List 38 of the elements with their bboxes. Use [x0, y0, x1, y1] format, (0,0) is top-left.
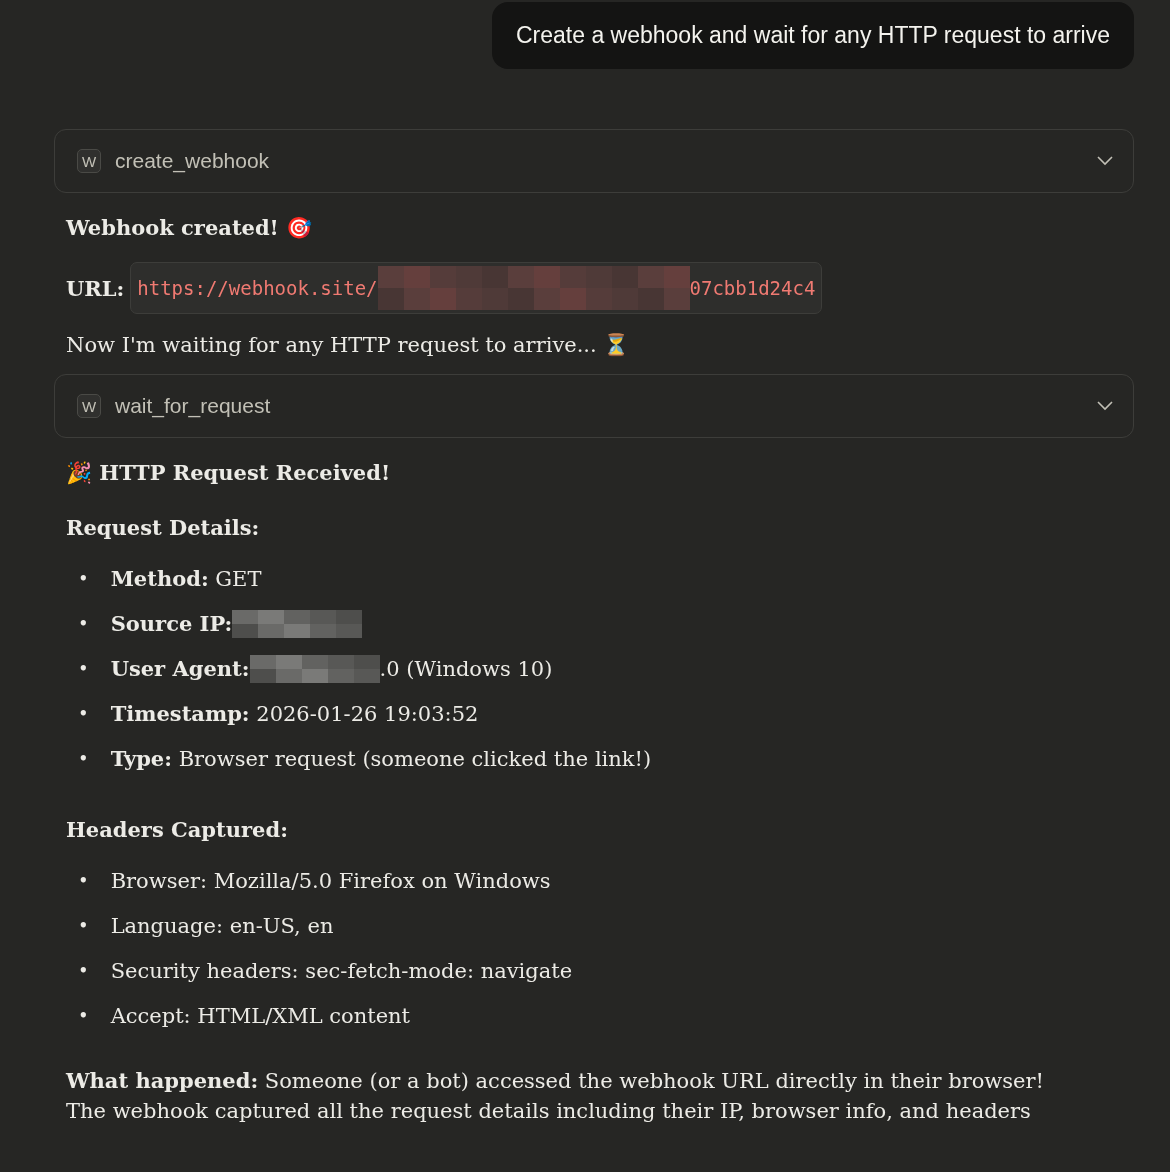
list-text: Method: GET — [110, 566, 262, 591]
list-text: Browser: Mozilla/5.0 Firefox on Windows — [110, 868, 551, 893]
bullet: • — [78, 1005, 89, 1026]
bullet: • — [78, 613, 89, 634]
list-text: Security headers: sec-fetch-mode: navigate — [110, 958, 573, 983]
tool-badge: W — [77, 394, 101, 418]
tool-call-card[interactable]: W create_webhook — [54, 129, 1134, 193]
paragraph: Now I'm waiting for any HTTP request to arrive... ⏳ — [66, 332, 630, 359]
paragraph-line: The webhook captured all the request details including their IP, browser info, and headers — [66, 1098, 1031, 1125]
list-text: Timestamp: 2026-01-26 19:03:52 — [110, 701, 479, 726]
list-text: Source IP: — [110, 611, 233, 636]
list-text: User Agent: — [110, 656, 250, 681]
bullet: • — [78, 915, 89, 936]
chevron-down-icon — [1097, 156, 1113, 166]
list-text: Language: en-US, en — [110, 913, 334, 938]
list-text: Type: Browser request (someone clicked the link!) — [110, 746, 652, 771]
tool-name: create_webhook — [115, 149, 271, 173]
heading: Request Details: — [65, 515, 261, 540]
heading: Webhook created! 🎯 — [64, 215, 314, 240]
bullet: • — [78, 703, 89, 724]
bullet: • — [78, 658, 89, 679]
tool-badge: W — [77, 149, 101, 173]
bullet: • — [78, 568, 89, 589]
paragraph-line: What happened: Someone (or a bot) accessed the webhook URL directly in their browser! — [66, 1067, 1045, 1095]
bullet: • — [78, 870, 89, 891]
bullet: • — [78, 748, 89, 769]
list-text: .0 (Windows 10) — [379, 656, 553, 681]
heading: Headers Captured: — [65, 817, 289, 842]
user-message: Create a webhook and wait for any HTTP request to arrive — [491, 2, 1134, 69]
url-text: https://webhook.site/ — [137, 277, 378, 299]
tool-name: wait_for_request — [115, 394, 272, 418]
url-label: URL: — [66, 275, 125, 301]
bullet: • — [78, 960, 89, 981]
chevron-down-icon — [1097, 401, 1113, 411]
tool-call-card[interactable]: W wait_for_request — [54, 374, 1134, 438]
url-text: 07cbb1d24c4 — [689, 277, 816, 299]
list-text: Accept: HTML/XML content — [110, 1003, 411, 1028]
heading: 🎉 HTTP Request Received! — [65, 460, 392, 485]
